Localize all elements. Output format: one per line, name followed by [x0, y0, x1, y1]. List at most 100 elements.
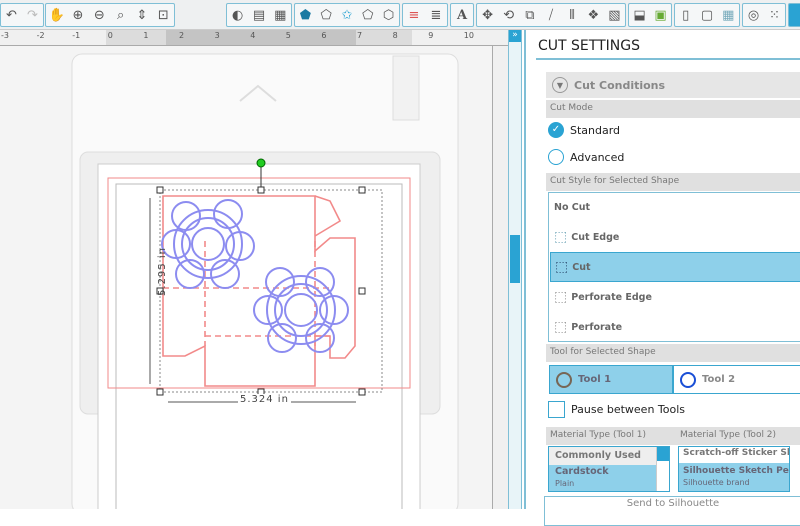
undo-icon[interactable]: ↶ — [1, 4, 22, 26]
cut-settings-icon[interactable]: ◎ — [743, 4, 764, 26]
scale-icon[interactable]: ⧉ — [519, 4, 540, 26]
align-icon[interactable]: ⫴ — [562, 4, 583, 26]
material-item[interactable]: Scratch-off Sticker Sheet — [679, 447, 789, 463]
fill-color-icon[interactable]: ◐ — [227, 4, 248, 26]
panel-scrollbar[interactable]: » — [508, 30, 522, 509]
pixscan-icon[interactable]: ⁙ — [764, 4, 785, 26]
cut-settings-panel: CUT SETTINGS ▼ Cut Conditions Cut Mode ✓… — [524, 30, 800, 526]
line-pattern-icon[interactable]: ✩ — [337, 4, 358, 26]
pan-hand-icon[interactable]: ✋ — [46, 4, 67, 26]
checkbox[interactable] — [548, 401, 565, 418]
style-no-cut[interactable]: No Cut — [550, 192, 800, 222]
zoom-in-icon[interactable]: ⊕ — [67, 4, 88, 26]
style-cut[interactable]: ⬚ Cut — [550, 252, 800, 282]
ruler-label: 3 — [214, 31, 220, 40]
fill-pattern-icon[interactable]: ▦ — [270, 4, 291, 26]
ruler-label: 2 — [179, 31, 185, 40]
nest-icon[interactable]: ▧ — [604, 4, 625, 26]
transform-icon[interactable]: ✥ — [477, 4, 498, 26]
style-label: Perforate — [571, 321, 623, 333]
mode-advanced[interactable]: Advanced — [548, 149, 624, 165]
material-item[interactable]: Commonly Used — [549, 447, 669, 465]
tool-1-button[interactable]: Tool 1 — [549, 365, 673, 394]
shear-icon[interactable]: ⧸ — [540, 4, 561, 26]
ruler-label: -3 — [1, 31, 9, 40]
modify-icon[interactable]: ▣ — [650, 4, 671, 26]
send-icon[interactable] — [788, 3, 800, 27]
zoom-select-icon[interactable]: ⌕ — [110, 4, 131, 26]
material-sub: Silhouette brand — [683, 478, 750, 487]
material-item-selected[interactable]: Silhouette Sketch Pen Silhouette brand — [679, 463, 789, 491]
ruler-label: 8 — [392, 31, 398, 40]
fill-group: ◐ ▤ ▦ — [226, 3, 292, 27]
redo-icon[interactable]: ↷ — [22, 4, 43, 26]
mat-tab — [392, 55, 420, 121]
style-perforate-edge[interactable]: ⬚ Perforate Edge — [550, 282, 800, 312]
material-name: Silhouette Sketch Pen — [683, 466, 789, 476]
cut-conditions-label: Cut Conditions — [574, 78, 666, 92]
cut-mode-label: Cut Mode — [546, 100, 800, 118]
offset-group: ⬓ ▣ — [628, 3, 672, 27]
style-cut-edge[interactable]: ⬚ Cut Edge — [550, 222, 800, 252]
page-setup-icon[interactable]: ▯ — [675, 4, 696, 26]
sketch-icon[interactable]: ⬡ — [378, 4, 399, 26]
ruler-label: 6 — [321, 31, 327, 40]
ruler-label: 4 — [250, 31, 256, 40]
height-dimension-label: 5.295 in — [156, 247, 168, 296]
material-name: Cardstock — [555, 466, 609, 477]
design-canvas[interactable]: 5.295 in 5.324 in — [0, 46, 492, 515]
ruler-label: 1 — [143, 31, 149, 40]
trace-icon[interactable]: ⬠ — [357, 4, 378, 26]
radio-icon[interactable] — [548, 149, 564, 165]
line-group: ⬟ ⬠ ✩ ⬠ ⬡ — [294, 3, 400, 27]
ruler-label: 5 — [285, 31, 291, 40]
page-group: ▯ ▢ ▦ — [674, 3, 740, 27]
material-list-tool-1[interactable]: Commonly Used Cardstock Plain — [548, 446, 670, 492]
zoom-out-icon[interactable]: ⊖ — [89, 4, 110, 26]
style-label: No Cut — [554, 201, 591, 213]
material-item-selected[interactable]: Cardstock Plain — [549, 465, 669, 491]
material-list-tool-2[interactable]: Scratch-off Sticker Sheet Silhouette Ske… — [678, 446, 790, 492]
replicate-icon[interactable]: ❖ — [583, 4, 604, 26]
ruler-label: -1 — [72, 31, 81, 40]
mode-label: Advanced — [570, 150, 625, 164]
drag-zoom-icon[interactable]: ⇕ — [131, 4, 152, 26]
material-scroll-thumb[interactable] — [657, 447, 669, 461]
ruler-label: 0 — [107, 31, 113, 40]
lines-group: ≡ ≣ — [402, 3, 448, 27]
zoom-group: ✋ ⊕ ⊖ ⌕ ⇕ ⊡ — [45, 3, 175, 27]
fit-page-icon[interactable]: ⊡ — [153, 4, 174, 26]
undo-group: ↶ ↷ — [0, 3, 44, 27]
transform-group: ✥ ⟲ ⧉ ⧸ ⫴ ❖ ▧ — [476, 3, 626, 27]
registration-icon[interactable]: ▢ — [696, 4, 717, 26]
offset-icon[interactable]: ⬓ — [629, 4, 650, 26]
mode-label: Standard — [570, 123, 621, 137]
toolbar: ↶ ↷ ✋ ⊕ ⊖ ⌕ ⇕ ⊡ ◐ ▤ ▦ ⬟ ⬠ ✩ ⬠ ⬡ ≡ ≣ A ✥ ⟲ ⧉ ⧸ ⫴ ❖ ▧ ⬓ ▣ ▯ ▢ ▦ … — [0, 0, 800, 30]
cut-conditions-header[interactable]: ▼ Cut Conditions — [546, 72, 800, 98]
tool-1-icon — [556, 371, 572, 388]
collapse-panel-icon[interactable]: » — [509, 30, 521, 42]
perforate-icon: ⬚ — [554, 319, 568, 335]
cut-group: ◎ ⁙ — [742, 3, 786, 27]
line-weight-icon[interactable]: ≣ — [425, 4, 447, 26]
text-style-icon[interactable]: A — [451, 4, 473, 26]
material-sub: Plain — [555, 479, 575, 488]
scroll-thumb[interactable] — [510, 235, 520, 283]
rotate-icon[interactable]: ⟲ — [498, 4, 519, 26]
lines-icon[interactable]: ≡ — [403, 4, 425, 26]
tool-2-button[interactable]: Tool 2 — [673, 365, 800, 394]
style-perforate[interactable]: ⬚ Perforate — [550, 312, 800, 342]
mode-standard[interactable]: ✓ Standard — [548, 122, 620, 138]
send-to-silhouette-button[interactable]: Send to Silhouette — [544, 496, 800, 526]
style-label: Perforate Edge — [571, 291, 652, 303]
tool-label-text: Tool 1 — [578, 374, 612, 385]
cut-edge-icon: ⬚ — [554, 229, 568, 245]
line-style-icon[interactable]: ⬠ — [316, 4, 337, 26]
tool-label-text: Tool 2 — [702, 374, 736, 385]
pause-between-tools[interactable]: Pause between Tools — [548, 401, 685, 418]
gradient-icon[interactable]: ▤ — [248, 4, 269, 26]
grid-icon[interactable]: ▦ — [718, 4, 739, 26]
line-color-icon[interactable]: ⬟ — [295, 4, 316, 26]
ruler-label: 9 — [428, 31, 434, 40]
checked-radio-icon[interactable]: ✓ — [548, 122, 564, 138]
